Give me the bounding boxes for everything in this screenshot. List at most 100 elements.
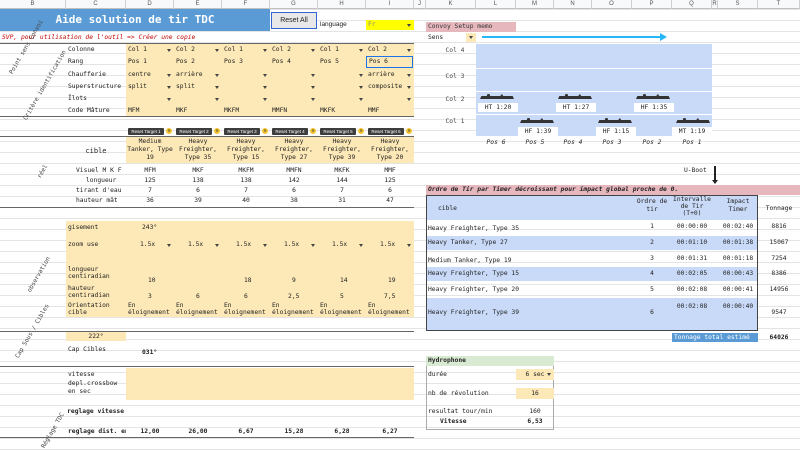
code-mature-2[interactable]: MKF <box>176 106 220 116</box>
code-mature-3[interactable]: MKFM <box>224 106 268 116</box>
reset-target-2-button[interactable]: Reset Target 2 <box>176 128 212 135</box>
cible-select-3[interactable]: Heavy Freighter, Type 15 <box>222 137 270 163</box>
cible-label: cible <box>85 147 107 155</box>
visuel-val: MKFK <box>334 167 350 174</box>
chevron-down-icon <box>311 98 315 101</box>
col-header[interactable]: M <box>516 0 554 9</box>
reset-target-3-button[interactable]: Reset Target 3 <box>224 128 260 135</box>
cible-select-4[interactable]: Heavy Freighter, Type 27 <box>270 137 318 163</box>
close-icon[interactable]: ✕ <box>310 128 316 134</box>
close-icon[interactable]: ✕ <box>358 128 364 134</box>
chevron-down-icon <box>263 86 267 89</box>
long-centi-input-5[interactable]: 14 <box>340 276 364 286</box>
cible-select-2[interactable]: Heavy Freighter, Type 35 <box>174 137 222 163</box>
long-centi-input-6[interactable]: 19 <box>388 276 412 286</box>
order-impact: 00:02:40 <box>722 223 754 230</box>
col-header[interactable]: J <box>414 0 426 9</box>
rang-select-3[interactable]: Pos 3 <box>224 57 268 67</box>
rang-select-1[interactable]: Pos 1 <box>128 57 172 67</box>
colonne-select-4[interactable]: Col 2 <box>272 45 316 55</box>
col-header[interactable]: H <box>318 0 366 9</box>
chevron-down-icon <box>215 98 219 101</box>
zoom-select-1[interactable]: 1.5x <box>140 240 170 250</box>
chaufferie-select-2[interactable]: arrière <box>176 70 220 80</box>
rang-select-2[interactable]: Pos 2 <box>176 57 220 67</box>
colonne-select-1[interactable]: Col 1 <box>128 45 172 55</box>
divider <box>0 437 414 438</box>
col-header[interactable]: B <box>0 0 66 9</box>
close-icon[interactable]: ✕ <box>214 128 220 134</box>
rang-select-6[interactable]: Pos 6 <box>366 56 413 68</box>
order-impact: 00:00:43 <box>722 270 754 277</box>
chaufferie-select-6[interactable]: arrière <box>368 70 412 80</box>
reset-target-4-button[interactable]: Reset Target 4 <box>272 128 308 135</box>
close-icon[interactable]: ✕ <box>406 128 412 134</box>
col-header[interactable]: Q <box>672 0 712 9</box>
orient-select-6[interactable]: En éloignement <box>368 302 412 318</box>
cap-sous-input[interactable]: 222° <box>66 332 126 341</box>
close-icon[interactable]: ✕ <box>166 128 172 134</box>
col-header[interactable]: E <box>174 0 222 9</box>
nb-rev-input[interactable]: 16 <box>516 388 554 399</box>
code-mature-1[interactable]: MFM <box>128 106 172 116</box>
col-header[interactable]: I <box>366 0 414 9</box>
haut-centi-input-5[interactable]: 5 <box>340 292 364 302</box>
col-header[interactable]: L <box>476 0 516 9</box>
col-header[interactable]: N <box>554 0 592 9</box>
zoom-select-5[interactable]: 1.5x <box>332 240 362 250</box>
rang-select-4[interactable]: Pos 4 <box>272 57 316 67</box>
rang-select-5[interactable]: Pos 5 <box>320 57 364 67</box>
chevron-down-icon <box>311 86 315 89</box>
code-mature-5[interactable]: MKFK <box>320 106 364 116</box>
long-centi-input-1[interactable]: 10 <box>148 276 172 286</box>
reset-target-1-button[interactable]: Reset Target 1 <box>128 128 164 135</box>
orient-select-4[interactable]: En éloignement <box>272 302 316 318</box>
chaufferie-select-1[interactable]: centre <box>128 70 172 80</box>
colonne-select-3[interactable]: Col 1 <box>224 45 268 55</box>
colonne-select-5[interactable]: Col 1 <box>320 45 364 55</box>
col-header[interactable]: S <box>718 0 758 9</box>
code-mature-4[interactable]: MMFN <box>272 106 316 116</box>
orient-select-5[interactable]: En éloignement <box>320 302 364 318</box>
zoom-select-4[interactable]: 1.5x <box>284 240 314 250</box>
col-header[interactable]: K <box>426 0 476 9</box>
close-icon[interactable]: ✕ <box>262 128 268 134</box>
gisement-input[interactable]: 243° <box>142 223 172 233</box>
zoom-select-6[interactable]: 1.5x <box>380 240 410 250</box>
col-header[interactable]: D <box>126 0 174 9</box>
haut-centi-input-3[interactable]: 6 <box>244 292 268 302</box>
superstructure-select-1[interactable]: split <box>128 82 172 92</box>
haut-centi-input-2[interactable]: 6 <box>196 292 220 302</box>
long-centi-input-3[interactable]: 18 <box>244 276 268 286</box>
col-header[interactable]: G <box>270 0 318 9</box>
reset-all-button[interactable]: Reset All <box>271 12 317 29</box>
col-header[interactable]: F <box>222 0 270 9</box>
reglage-dist-val: 15,28 <box>284 428 304 435</box>
orient-select-3[interactable]: En éloignement <box>224 302 268 318</box>
zoom-select-2[interactable]: 1.5x <box>188 240 218 250</box>
colonne-select-6[interactable]: Col 2 <box>368 45 412 55</box>
superstructure-select-6[interactable]: composite <box>368 82 412 92</box>
col-header[interactable]: T <box>758 0 800 9</box>
reset-target-6-button[interactable]: Reset Target 6 <box>368 128 404 135</box>
reset-target-5-button[interactable]: Reset Target 5 <box>320 128 356 135</box>
col-header[interactable]: C <box>66 0 126 9</box>
code-mature-6[interactable]: MMF <box>368 106 412 116</box>
ship-label: HF 1:35 <box>634 103 674 112</box>
zoom-select-3[interactable]: 1.5x <box>236 240 266 250</box>
cible-select-6[interactable]: Heavy Freighter, Type 20 <box>366 137 414 163</box>
orient-select-2[interactable]: En éloignement <box>176 302 220 318</box>
divider <box>476 91 712 92</box>
cible-select-1[interactable]: Medium Tanker, Type 19 <box>126 137 174 163</box>
col-header[interactable]: O <box>592 0 632 9</box>
hauteur-label: hauteur mât <box>76 197 118 204</box>
long-centi-input-4[interactable]: 9 <box>292 276 316 286</box>
haut-centi-input-6[interactable]: 7,5 <box>384 292 412 302</box>
haut-centi-input-1[interactable]: 3 <box>148 292 172 302</box>
cible-select-5[interactable]: Heavy Freighter, Type 39 <box>318 137 366 163</box>
colonne-select-2[interactable]: Col 2 <box>176 45 220 55</box>
orient-select-1[interactable]: En éloignement <box>128 302 172 318</box>
haut-centi-input-4[interactable]: 2,5 <box>288 292 316 302</box>
col-header[interactable]: P <box>632 0 672 9</box>
superstructure-select-2[interactable]: split <box>176 82 220 92</box>
